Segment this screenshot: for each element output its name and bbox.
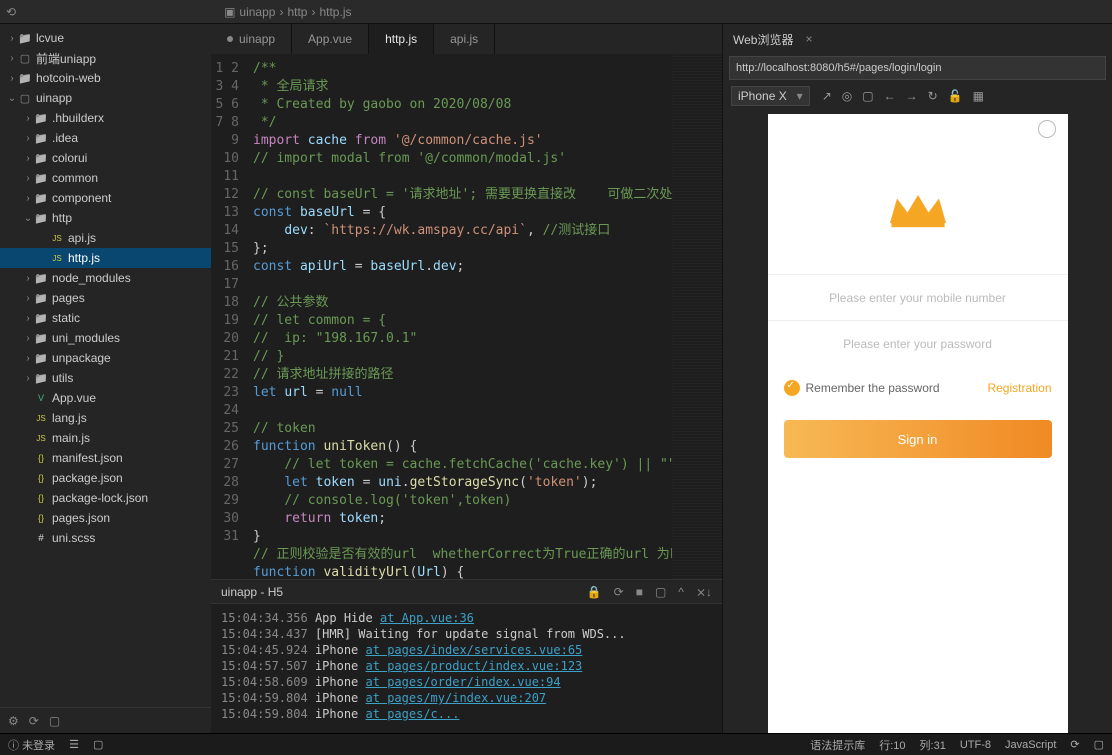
console-line: 15:04:58.609 iPhone at pages/order/index… <box>221 674 712 690</box>
file-tree-item[interactable]: ›lcvue <box>0 28 211 48</box>
editor-tab[interactable]: App.vue <box>292 24 369 54</box>
status-bar: ⓘ 未登录 ☰ ▢ 语法提示库 行:10 列:31 UTF-8 JavaScri… <box>0 733 1112 755</box>
source-link[interactable]: at pages/index/services.vue:65 <box>366 643 583 657</box>
file-tree-item[interactable]: ⌄http <box>0 208 211 228</box>
console-line: 15:04:57.507 iPhone at pages/product/ind… <box>221 658 712 674</box>
check-icon <box>784 380 800 396</box>
device-toolbar: iPhone X ↗ ◎ ▢ ← → ↻ 🔓 ▦ <box>723 82 1112 110</box>
password-input[interactable]: Please enter your password <box>768 320 1068 366</box>
stop-icon[interactable]: ■ <box>636 585 643 599</box>
open-external-icon[interactable]: ↗ <box>822 89 832 103</box>
reload-icon[interactable]: ↻ <box>928 89 938 103</box>
file-tree-item[interactable]: http.js <box>0 248 211 268</box>
line-indicator[interactable]: 行:10 <box>879 737 905 753</box>
syntax-hint[interactable]: 语法提示库 <box>810 737 865 753</box>
terminal[interactable]: 15:04:34.356 App Hide at App.vue:3615:04… <box>211 603 722 733</box>
source-link[interactable]: at pages/product/index.vue:123 <box>366 659 583 673</box>
source-link[interactable]: at pages/my/index.vue:207 <box>366 691 547 705</box>
console-line: 15:04:45.924 iPhone at pages/index/servi… <box>221 642 712 658</box>
sync-icon[interactable]: ⟳ <box>1070 738 1079 751</box>
remember-checkbox[interactable]: Remember the password <box>784 380 940 396</box>
gear-icon[interactable]: ⚙ <box>8 714 19 728</box>
box-icon[interactable]: ▢ <box>1094 738 1104 751</box>
device-select[interactable]: iPhone X <box>731 86 810 106</box>
title-bar: ⟲ ▣ uinapp › http › http.js <box>0 0 1112 24</box>
back-icon[interactable]: ← <box>884 89 896 103</box>
file-tree-item[interactable]: App.vue <box>0 388 211 408</box>
split-icon[interactable]: ▢ <box>655 585 666 599</box>
terminal-header: uinapp - H5 🔒 ⟳ ■ ▢ ^ ⨯↓ <box>211 579 722 603</box>
file-tree-item[interactable]: ›common <box>0 168 211 188</box>
target-icon[interactable]: ◎ <box>842 89 852 103</box>
console-line: 15:04:59.804 iPhone at pages/my/index.vu… <box>221 690 712 706</box>
file-tree-item[interactable]: ›colorui <box>0 148 211 168</box>
file-tree-item[interactable]: ›unpackage <box>0 348 211 368</box>
minimap[interactable] <box>672 54 722 579</box>
indent-icon[interactable]: ☰ <box>69 738 79 751</box>
file-tree-item[interactable]: package-lock.json <box>0 488 211 508</box>
file-tree-item[interactable]: main.js <box>0 428 211 448</box>
file-tree-item[interactable]: uni.scss <box>0 528 211 548</box>
crown-logo <box>883 184 953 234</box>
console-line: 15:04:59.804 iPhone at pages/c... <box>221 706 712 722</box>
file-tree-item[interactable]: pages.json <box>0 508 211 528</box>
collapse-icon[interactable]: ⨯↓ <box>696 585 712 599</box>
file-tree-item[interactable]: lang.js <box>0 408 211 428</box>
source-link[interactable]: at pages/c... <box>366 707 460 721</box>
file-tree-item[interactable]: ›utils <box>0 368 211 388</box>
file-tree-item[interactable]: ›uni_modules <box>0 328 211 348</box>
file-tree-item[interactable]: ⌄uinapp <box>0 88 211 108</box>
language-mode[interactable]: JavaScript <box>1005 739 1056 751</box>
console-line: 15:04:34.356 App Hide at App.vue:36 <box>221 610 712 626</box>
registration-link[interactable]: Registration <box>987 381 1051 395</box>
close-icon[interactable]: × <box>805 32 812 46</box>
lock-icon[interactable]: 🔓 <box>948 89 963 103</box>
file-tree-item[interactable]: ›.hbuilderx <box>0 108 211 128</box>
grid-icon[interactable]: ▦ <box>973 89 984 103</box>
file-tree-item[interactable]: ›component <box>0 188 211 208</box>
box-icon[interactable]: ▢ <box>49 714 60 728</box>
sign-in-button[interactable]: Sign in <box>784 420 1052 458</box>
file-tree-item[interactable]: ›pages <box>0 288 211 308</box>
phone-preview: Please enter your mobile number Please e… <box>768 114 1068 733</box>
source-link[interactable]: at pages/order/index.vue:94 <box>366 675 561 689</box>
sync-icon[interactable]: ⟳ <box>29 714 39 728</box>
file-tree-item[interactable]: ›hotcoin-web <box>0 68 211 88</box>
col-indicator[interactable]: 列:31 <box>920 737 946 753</box>
refresh-icon[interactable]: ⟳ <box>614 585 624 599</box>
forward-icon[interactable]: → <box>906 89 918 103</box>
expand-icon[interactable]: ^ <box>678 585 684 599</box>
file-tree-item[interactable]: ›前端uniapp <box>0 48 211 68</box>
file-tree-item[interactable]: ›static <box>0 308 211 328</box>
login-status[interactable]: ⓘ 未登录 <box>8 737 55 753</box>
editor-tab[interactable]: uinapp <box>211 24 292 54</box>
globe-icon[interactable] <box>1038 120 1056 138</box>
crumb-root: uinapp <box>239 5 275 19</box>
file-tree-item[interactable]: ›node_modules <box>0 268 211 288</box>
window-icon[interactable]: ▢ <box>862 89 873 103</box>
editor-tab[interactable]: http.js <box>369 24 434 54</box>
terminal-title: uinapp - H5 <box>221 585 283 599</box>
sidebar-footer: ⚙ ⟳ ▢ <box>0 707 211 733</box>
file-tree-item[interactable]: manifest.json <box>0 448 211 468</box>
editor-tabs: uinappApp.vuehttp.jsapi.js <box>211 24 722 54</box>
source-link[interactable]: at App.vue:36 <box>380 611 474 625</box>
file-tree-item[interactable]: ›.idea <box>0 128 211 148</box>
browser-tab[interactable]: Web浏览器 × <box>723 24 1112 54</box>
code-editor[interactable]: 1 2 3 4 5 6 7 8 9 10 11 12 13 14 15 16 1… <box>211 54 672 579</box>
clip-icon[interactable]: ▢ <box>93 738 103 751</box>
console-line: 15:04:34.437 [HMR] Waiting for update si… <box>221 626 712 642</box>
file-tree-item[interactable]: package.json <box>0 468 211 488</box>
mobile-input[interactable]: Please enter your mobile number <box>768 274 1068 320</box>
encoding[interactable]: UTF-8 <box>960 739 991 751</box>
file-tree-item[interactable]: api.js <box>0 228 211 248</box>
editor-tab[interactable]: api.js <box>434 24 495 54</box>
url-bar[interactable]: http://localhost:8080/h5#/pages/login/lo… <box>729 56 1106 80</box>
lock-icon[interactable]: 🔒 <box>587 585 602 599</box>
file-explorer: ›lcvue›前端uniapp›hotcoin-web⌄uinapp›.hbui… <box>0 24 211 733</box>
